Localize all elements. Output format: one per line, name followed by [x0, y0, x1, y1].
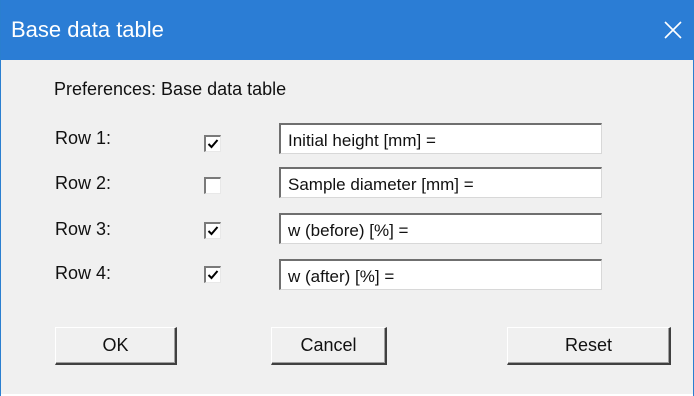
checkmark-icon	[207, 139, 219, 149]
row-2-checkbox[interactable]	[204, 177, 221, 194]
cancel-button[interactable]: Cancel	[271, 327, 387, 365]
close-icon	[664, 21, 682, 39]
row-3-checkbox[interactable]	[204, 222, 221, 239]
close-button[interactable]	[653, 0, 693, 60]
reset-button[interactable]: Reset	[507, 327, 671, 365]
row-1-field[interactable]	[279, 123, 602, 154]
row-4-checkbox[interactable]	[204, 266, 221, 283]
preferences-label: Preferences: Base data table	[54, 79, 287, 99]
ok-button[interactable]: OK	[55, 327, 177, 365]
row-2-label: Row 2:	[55, 173, 112, 193]
row-1-label: Row 1:	[55, 128, 112, 148]
dialog-title: Base data table	[11, 17, 164, 42]
row-4-label: Row 4:	[55, 263, 112, 283]
dialog-window: Base data table Preferences: Base data t…	[0, 0, 694, 396]
row-1-checkbox[interactable]	[204, 135, 221, 152]
row-2-field[interactable]	[279, 167, 602, 198]
title-bar[interactable]: Base data table	[1, 0, 693, 60]
row-4-field[interactable]	[279, 259, 602, 290]
checkmark-icon	[207, 270, 219, 280]
checkmark-icon	[207, 226, 219, 236]
row-3-label: Row 3:	[55, 219, 112, 239]
row-3-field[interactable]	[279, 213, 602, 244]
